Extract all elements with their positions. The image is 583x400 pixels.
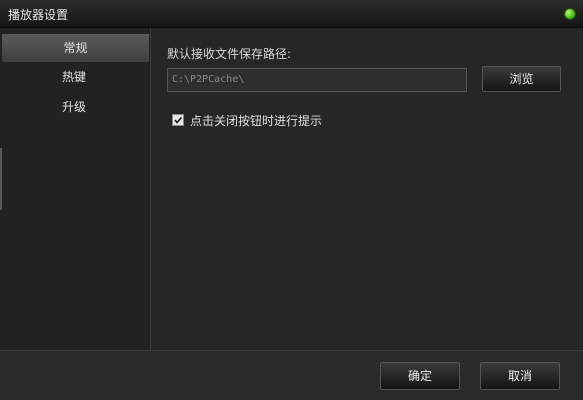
settings-window: 播放器设置 常规 热键 升级 默认接收文件保存路径: C:\P2PCache\ … xyxy=(0,0,583,400)
sidebar-item-label: 热键 xyxy=(61,70,86,84)
confirm-on-close-label: 点击关闭按钮时进行提示 xyxy=(190,113,323,128)
status-indicator-icon xyxy=(565,9,575,19)
save-path-label: 默认接收文件保存路径: xyxy=(167,47,292,61)
sidebar-item-upgrade[interactable]: 升级 xyxy=(0,92,148,122)
cancel-button[interactable]: 取消 xyxy=(480,362,560,390)
sidebar-item-general[interactable]: 常规 xyxy=(2,34,149,62)
resize-edge xyxy=(0,148,2,210)
general-settings-panel: 默认接收文件保存路径: C:\P2PCache\ 浏览 点击关闭按钮时进行提示 xyxy=(152,28,583,350)
save-path-input[interactable]: C:\P2PCache\ xyxy=(167,68,467,92)
checkmark-icon xyxy=(174,116,183,124)
browse-button[interactable]: 浏览 xyxy=(482,66,561,92)
sidebar-item-label: 常规 xyxy=(63,41,88,55)
sidebar-item-hotkeys[interactable]: 热键 xyxy=(0,62,148,92)
window-title: 播放器设置 xyxy=(8,8,69,22)
ok-button[interactable]: 确定 xyxy=(380,362,460,390)
confirm-on-close-option[interactable]: 点击关闭按钮时进行提示 xyxy=(172,112,322,128)
confirm-on-close-checkbox[interactable] xyxy=(172,114,184,126)
dialog-footer: 确定 取消 xyxy=(0,350,583,400)
settings-sidebar: 常规 热键 升级 xyxy=(0,28,151,350)
sidebar-item-label: 升级 xyxy=(61,100,86,114)
title-bar[interactable]: 播放器设置 xyxy=(0,0,583,28)
